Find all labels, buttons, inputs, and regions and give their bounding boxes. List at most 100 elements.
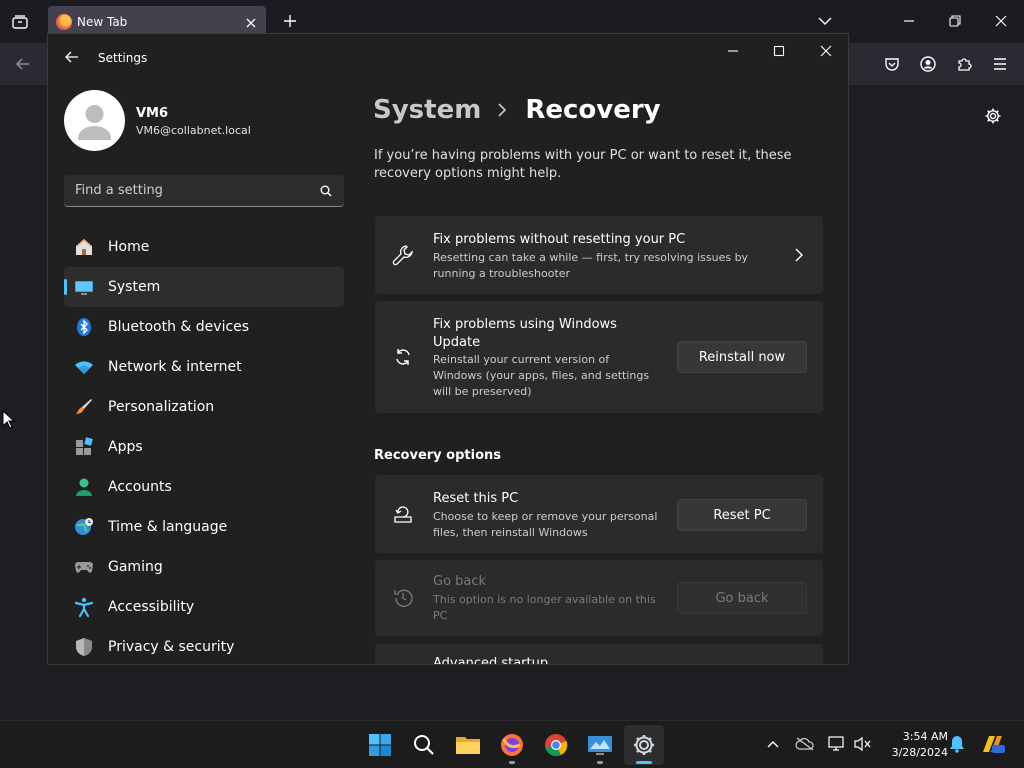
card-title: Reset this PC	[433, 491, 519, 506]
close-icon[interactable]	[988, 8, 1014, 34]
firefox-icon	[56, 14, 72, 30]
nav-label: Gaming	[108, 559, 163, 575]
search-icon[interactable]	[404, 725, 444, 765]
tab-list-icon[interactable]	[8, 10, 32, 34]
refresh-icon	[391, 345, 415, 369]
onedrive-icon[interactable]	[794, 733, 816, 755]
card-description: Reinstall your current version of Window…	[433, 353, 650, 398]
reset-pc-card: Reset this PC Choose to keep or remove y…	[375, 475, 823, 553]
card-description: Choose to keep or remove your personal f…	[433, 510, 658, 539]
avatar[interactable]	[64, 90, 125, 151]
nav-label: Home	[108, 239, 150, 255]
nav-label: Apps	[108, 439, 143, 455]
accessibility-icon	[74, 597, 94, 617]
windows-update-card: Fix problems using Windows Update Reinst…	[375, 301, 823, 413]
nav-label: Network & internet	[108, 359, 242, 375]
nav-label: Time & language	[108, 519, 228, 535]
shield-icon	[74, 637, 94, 657]
clock-date: 3/28/2024	[891, 746, 948, 759]
arrow-left-icon[interactable]	[62, 47, 82, 67]
nav-item-privacy-security[interactable]: Privacy & security	[64, 627, 344, 664]
section-title: Recovery options	[374, 448, 501, 463]
brush-icon	[74, 397, 94, 417]
nav-item-accounts[interactable]: Accounts	[64, 467, 344, 507]
chrome-icon[interactable]	[536, 725, 576, 765]
globe-clock-icon	[74, 517, 94, 537]
nav-item-time-language[interactable]: Time & language	[64, 507, 344, 547]
user-name: VM6	[136, 106, 169, 121]
reset-pc-icon	[391, 502, 415, 526]
card-title: Advanced startup	[433, 656, 549, 665]
settings-nav: Home System Bluetooth & devices Network …	[64, 227, 344, 664]
restore-icon[interactable]	[942, 8, 968, 34]
close-icon[interactable]	[813, 40, 839, 62]
go-back-button[interactable]: Go back	[677, 582, 807, 614]
firefox-icon[interactable]	[492, 725, 532, 765]
user-email: VM6@collabnet.local	[136, 124, 251, 137]
plus-icon[interactable]	[279, 10, 301, 32]
reinstall-now-button[interactable]: Reinstall now	[677, 341, 807, 373]
extensions-icon[interactable]	[951, 51, 977, 77]
home-icon	[74, 237, 94, 257]
nav-item-gaming[interactable]: Gaming	[64, 547, 344, 587]
breadcrumb: System Recovery	[373, 90, 661, 130]
settings-icon[interactable]	[624, 725, 664, 765]
card-title: Go back	[433, 574, 487, 589]
minimize-icon[interactable]	[720, 40, 746, 62]
nav-label: Privacy & security	[108, 639, 235, 655]
card-title: Fix problems without resetting your PC	[433, 232, 686, 247]
accounts-icon	[74, 477, 94, 497]
account-icon[interactable]	[915, 51, 941, 77]
nav-item-network[interactable]: Network & internet	[64, 347, 344, 387]
notification-bell-icon[interactable]	[946, 733, 968, 755]
nav-item-bluetooth[interactable]: Bluetooth & devices	[64, 307, 344, 347]
go-back-card: Go back This option is no longer availab…	[375, 560, 823, 636]
system-icon	[74, 277, 94, 297]
settings-window: Settings VM6 VM6@collabnet.local Home	[47, 33, 849, 665]
chevron-down-icon[interactable]	[813, 10, 837, 32]
gear-icon[interactable]	[981, 104, 1005, 128]
chevron-right-icon	[787, 243, 811, 267]
card-title: Fix problems using Windows Update	[433, 317, 617, 350]
advanced-startup-card: Advanced startup	[375, 644, 823, 665]
search-icon[interactable]	[318, 183, 334, 199]
chevron-up-icon[interactable]	[762, 733, 784, 755]
nav-item-apps[interactable]: Apps	[64, 427, 344, 467]
reset-pc-button[interactable]: Reset PC	[677, 499, 807, 531]
file-explorer-icon[interactable]	[448, 725, 488, 765]
copilot-preview-icon[interactable]	[980, 733, 1006, 755]
start-icon[interactable]	[360, 725, 400, 765]
card-description: Resetting can take a while — first, try …	[433, 251, 749, 280]
volume-icon[interactable]	[852, 733, 874, 755]
intro-text: If you’re having problems with your PC o…	[374, 148, 792, 181]
close-icon[interactable]	[242, 14, 260, 32]
search-box[interactable]	[64, 175, 344, 207]
window-title: Settings	[98, 51, 148, 65]
chevron-right-icon	[497, 103, 513, 117]
minimize-icon[interactable]	[896, 8, 922, 34]
history-icon	[391, 586, 415, 610]
arrow-left-icon[interactable]	[10, 51, 36, 77]
nav-label: Accounts	[108, 479, 172, 495]
hamburger-menu-icon[interactable]	[987, 51, 1013, 77]
bluetooth-icon	[74, 317, 94, 337]
breadcrumb-parent[interactable]: System	[373, 95, 481, 125]
app-icon[interactable]	[580, 725, 620, 765]
nav-item-system[interactable]: System	[64, 267, 344, 307]
wrench-icon	[391, 243, 415, 267]
nav-item-home[interactable]: Home	[64, 227, 344, 267]
pocket-icon[interactable]	[879, 51, 905, 77]
clock-time: 3:54 AM	[902, 730, 948, 743]
clock[interactable]: 3:54 AM 3/28/2024	[878, 729, 948, 761]
nav-item-accessibility[interactable]: Accessibility	[64, 587, 344, 627]
search-input[interactable]	[64, 175, 314, 206]
network-icon[interactable]	[826, 733, 848, 755]
nav-label: Accessibility	[108, 599, 195, 615]
nav-label: Personalization	[108, 399, 215, 415]
taskbar: 3:54 AM 3/28/2024	[0, 720, 1024, 768]
maximize-icon[interactable]	[766, 40, 792, 62]
nav-label: System	[108, 279, 161, 295]
nav-item-personalization[interactable]: Personalization	[64, 387, 344, 427]
card-description: This option is no longer available on th…	[433, 593, 656, 622]
fix-problems-card[interactable]: Fix problems without resetting your PC R…	[375, 216, 823, 294]
